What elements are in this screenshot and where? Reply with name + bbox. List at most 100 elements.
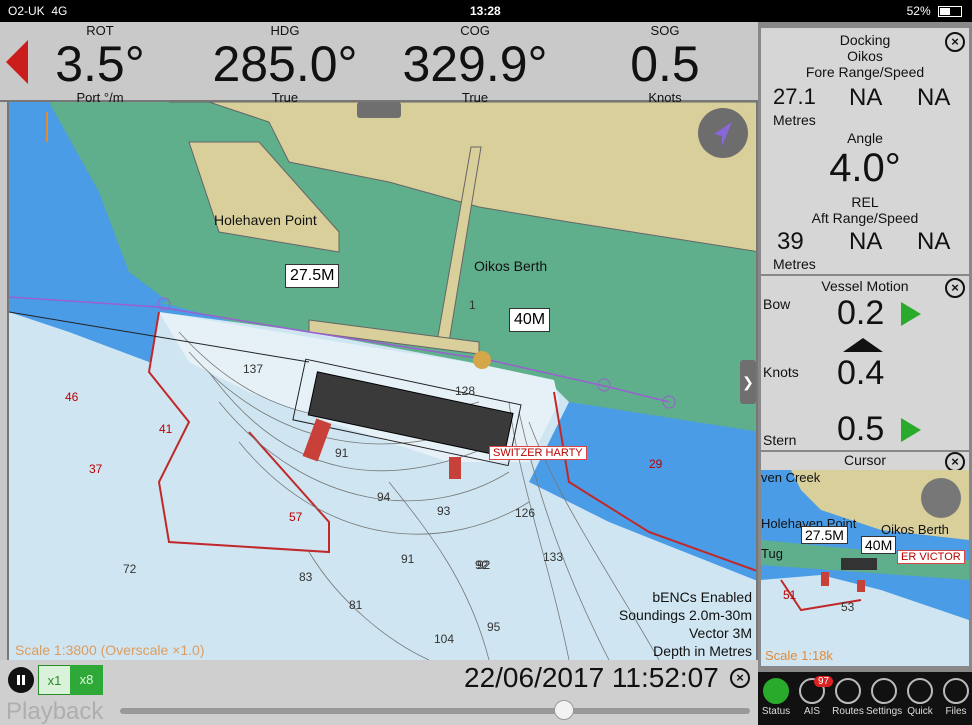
sounding-label: 126: [515, 506, 536, 520]
sounding-label: 1: [469, 298, 476, 312]
cog-instrument: COG 329.9° True: [390, 22, 560, 105]
bow-label: Bow: [763, 296, 791, 312]
chart-info: bENCs Enabled Soundings 2.0m-30m Vector …: [619, 588, 752, 660]
minimap-scale: Scale 1:18k: [765, 648, 833, 663]
close-cursor-icon[interactable]: ×: [945, 452, 965, 472]
motion-ahead-icon: [843, 338, 883, 352]
minimap-tug-1: [821, 572, 829, 586]
stern-label: Stern: [763, 432, 797, 448]
sounding-label: 72: [123, 562, 137, 576]
toolbar-settings-button[interactable]: Settings: [866, 672, 902, 725]
right-panel-handle[interactable]: ❯: [740, 360, 756, 404]
toolbar-label: Files: [945, 706, 967, 717]
status-icon: [763, 678, 789, 704]
rot-instrument: ROT 3.5° Port °/m: [40, 22, 160, 105]
fore-header: Fore Range/Speed: [805, 64, 925, 80]
app-root: O2-UK 4G 13:28 52% ROT 3.5° Port °/m HDG…: [0, 0, 972, 725]
sounding-label: 41: [159, 422, 173, 436]
info-benc: bENCs Enabled: [652, 589, 752, 605]
cursor-panel: × Cursor ven Creek Holehaven Point Oikos…: [761, 452, 969, 666]
docking-vessel: Oikos: [847, 48, 883, 64]
place-label-holehaven: Holehaven Point: [214, 212, 317, 228]
network-text: 4G: [51, 4, 68, 18]
minimap-sounding-51: 51: [783, 588, 797, 602]
instrument-bar: ROT 3.5° Port °/m HDG 285.0° True COG 32…: [0, 22, 758, 105]
toolbar-ais-button[interactable]: AIS 97: [794, 672, 834, 725]
hdg-value: 285.0°: [212, 36, 358, 92]
aft-speed-2: NA: [917, 228, 951, 255]
speed-x1-button[interactable]: x1: [38, 665, 71, 695]
knots-label: Knots: [763, 364, 799, 380]
toolbar-status-button[interactable]: Status: [758, 672, 794, 725]
cursor-minimap[interactable]: ven Creek Holehaven Point Oikos Berth Tu…: [761, 470, 969, 666]
minimap-compass: [921, 478, 961, 518]
toolbar-routes-button[interactable]: Routes: [830, 672, 866, 725]
top-panel-handle[interactable]: [357, 102, 401, 118]
close-playback-icon[interactable]: ×: [730, 668, 750, 688]
pause-button[interactable]: [8, 667, 34, 693]
vessel-label: SWITZER HARTY: [489, 446, 587, 460]
bow-value: 0.2: [837, 294, 885, 332]
minimap-vessel: [841, 558, 877, 570]
sounding-label: 81: [349, 598, 363, 612]
files-icon: [943, 678, 969, 704]
aft-range: 39: [777, 228, 804, 255]
minimap-vessel-label: ER VICTOR: [897, 550, 965, 564]
toolbar-label: AIS: [803, 706, 821, 717]
back-arrow-icon[interactable]: [6, 40, 28, 84]
sounding-label: 83: [299, 570, 313, 584]
close-motion-icon[interactable]: ×: [945, 278, 965, 298]
chart-scale: Scale 1:3800 (Overscale ×1.0): [15, 642, 205, 658]
stern-value: 0.5: [837, 410, 885, 448]
sounding-label: 46: [65, 390, 79, 404]
playback-slider-thumb[interactable]: [554, 700, 574, 720]
sog-instrument: SOG 0.5 Knots: [610, 22, 720, 105]
minimap-range-aft: 40M: [861, 536, 897, 554]
playback-slider-track[interactable]: [120, 708, 750, 714]
sounding-label: 91: [335, 446, 349, 460]
bottom-toolbar: Status AIS 97 Routes Settings Quick Files: [758, 672, 972, 725]
cursor-title: Cursor: [843, 452, 886, 468]
info-soundings: Soundings 2.0m-30m: [618, 607, 752, 623]
battery-percent: 52%: [906, 4, 931, 18]
angle-ref: REL: [851, 194, 879, 210]
mid-value: 0.4: [837, 354, 885, 392]
chart-map[interactable]: ❯ Holehaven Point Oikos Berth 27.5M 40M …: [7, 102, 758, 660]
sounding-label: 57: [289, 510, 303, 524]
toolbar-quick-button[interactable]: Quick: [902, 672, 938, 725]
aft-speed-1: NA: [849, 228, 883, 255]
playback-datetime: 22/06/2017 11:52:07: [464, 662, 719, 693]
sounding-label: 29: [649, 457, 663, 471]
motion-title: Vessel Motion: [821, 278, 909, 294]
speed-x8-button[interactable]: x8: [70, 665, 103, 695]
fore-range: 27.1: [773, 84, 816, 109]
cog-value: 329.9°: [402, 36, 548, 92]
sounding-label: 104: [434, 632, 455, 646]
carrier-text: O2-UK 4G: [8, 4, 68, 18]
sounding-label: 37: [89, 462, 103, 476]
range-label-aft: 40M: [509, 308, 551, 332]
angle-header: Angle: [847, 130, 883, 146]
tug-south: [449, 457, 461, 479]
status-bar: O2-UK 4G 13:28 52%: [0, 0, 972, 22]
minimap-place-oikos: Oikos Berth: [881, 522, 949, 537]
quick-icon: [907, 678, 933, 704]
fore-speed-1: NA: [849, 84, 883, 111]
stern-direction-icon: [901, 418, 921, 442]
sounding-label: 93: [437, 504, 451, 518]
toolbar-files-button[interactable]: Files: [938, 672, 972, 725]
aft-unit: Metres: [773, 256, 816, 272]
minimap-place-creek: ven Creek: [761, 470, 821, 485]
minimap-range-fore: 27.5M: [801, 526, 848, 544]
toolbar-label: Routes: [832, 706, 864, 717]
minimap-tug-2: [857, 580, 865, 592]
berth-buoy: [473, 351, 491, 369]
clock: 13:28: [470, 4, 501, 18]
hdg-instrument: HDG 285.0° True: [200, 22, 370, 105]
vessel-motion-panel: × Vessel Motion Bow 0.2 Knots 0.4 Stern …: [761, 276, 969, 450]
north-up-compass-icon[interactable]: [698, 108, 748, 158]
compass-arrow-icon: [714, 122, 732, 146]
sounding-label: 128: [455, 384, 476, 398]
close-docking-icon[interactable]: ×: [945, 32, 965, 52]
docking-title: Docking: [839, 32, 891, 48]
